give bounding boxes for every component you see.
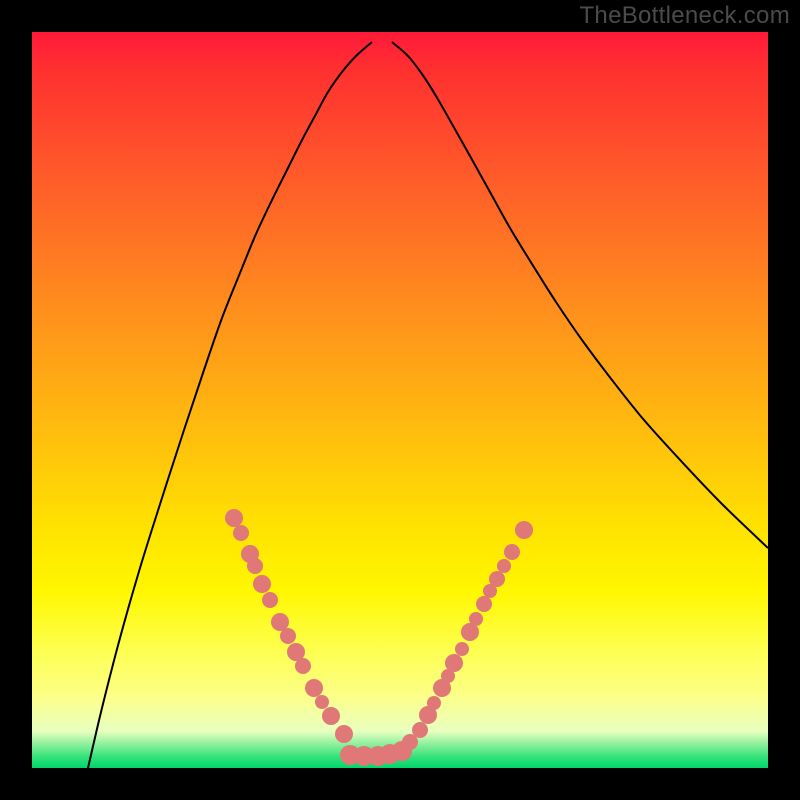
data-marker	[412, 722, 428, 738]
curve-left	[88, 42, 372, 768]
data-marker	[427, 696, 441, 710]
data-marker	[497, 559, 511, 573]
data-marker	[280, 628, 296, 644]
marker-group	[225, 509, 533, 766]
data-marker	[469, 612, 483, 626]
data-marker	[504, 544, 520, 560]
data-marker	[489, 571, 505, 587]
chart-canvas	[32, 32, 768, 768]
watermark-text: TheBottleneck.com	[579, 2, 790, 30]
data-marker	[247, 558, 263, 574]
data-marker	[253, 575, 271, 593]
data-marker	[315, 695, 329, 709]
data-marker	[455, 642, 469, 656]
data-marker	[445, 654, 463, 672]
data-marker	[392, 741, 412, 761]
data-marker	[476, 596, 492, 612]
curve-right	[392, 42, 768, 548]
data-marker	[262, 592, 278, 608]
data-marker	[515, 521, 533, 539]
data-marker	[305, 679, 323, 697]
data-marker	[233, 525, 249, 541]
bottleneck-curve-plot	[32, 32, 768, 768]
data-marker	[295, 658, 311, 674]
data-marker	[335, 725, 353, 743]
data-marker	[322, 707, 340, 725]
data-marker	[225, 509, 243, 527]
